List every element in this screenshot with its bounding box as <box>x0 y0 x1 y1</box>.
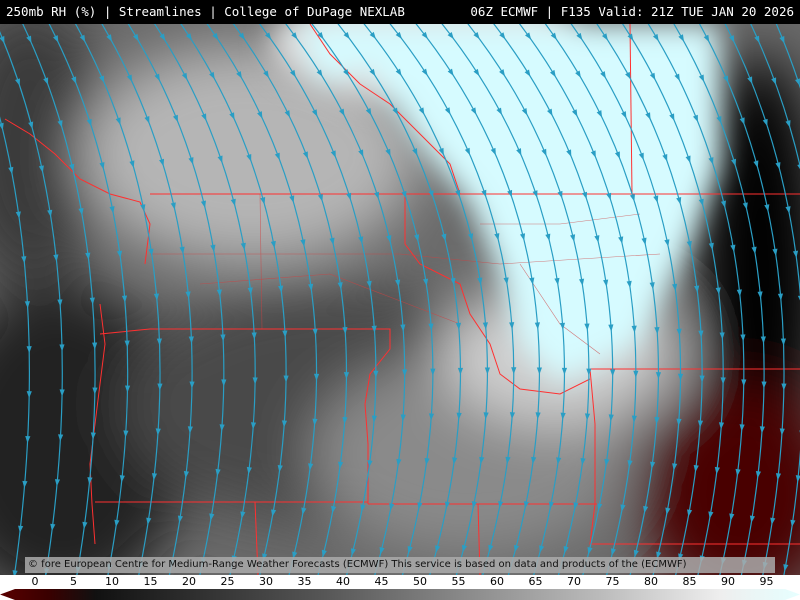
rh-streamline-map <box>0 24 800 575</box>
product-title: 250mb RH (%) | Streamlines | College of … <box>6 4 405 19</box>
colorbar-tick-50: 50 <box>413 575 427 588</box>
colorbar-tick-20: 20 <box>182 575 196 588</box>
colorbar-tick-40: 40 <box>336 575 350 588</box>
colorbar-tick-45: 45 <box>374 575 389 588</box>
colorbar-tick-80: 80 <box>644 575 658 588</box>
colorbar-gradient <box>0 589 800 600</box>
header-bar: 250mb RH (%) | Streamlines | College of … <box>0 0 800 24</box>
colorbar-tick-60: 60 <box>490 575 504 588</box>
colorbar-tick-30: 30 <box>259 575 273 588</box>
colorbar-tick-0: 0 <box>31 575 39 588</box>
ecmwf-credit: © fore European Centre for Medium-Range … <box>25 557 775 573</box>
colorbar-tick-10: 10 <box>105 575 119 588</box>
valid-time: 06Z ECMWF | F135 Valid: 21Z TUE JAN 20 2… <box>470 4 794 19</box>
colorbar-tick-90: 90 <box>721 575 735 588</box>
colorbar-tick-75: 75 <box>605 575 620 588</box>
colorbar-tick-35: 35 <box>297 575 312 588</box>
colorbar-tick-95: 95 <box>759 575 774 588</box>
colorbar-tick-65: 65 <box>528 575 543 588</box>
colorbar-tick-70: 70 <box>567 575 581 588</box>
colorbar-tick-55: 55 <box>451 575 466 588</box>
colorbar-tick-85: 85 <box>682 575 697 588</box>
colorbar-tick-5: 5 <box>70 575 77 588</box>
rh-colorbar: 0 5 10 15 20 25 30 35 40 45 50 55 60 65 70 75 80 85 90 95 <box>0 575 800 600</box>
forecast-map-window: 250mb RH (%) | Streamlines | College of … <box>0 0 800 600</box>
colorbar-tick-25: 25 <box>220 575 235 588</box>
colorbar-tick-15: 15 <box>143 575 158 588</box>
